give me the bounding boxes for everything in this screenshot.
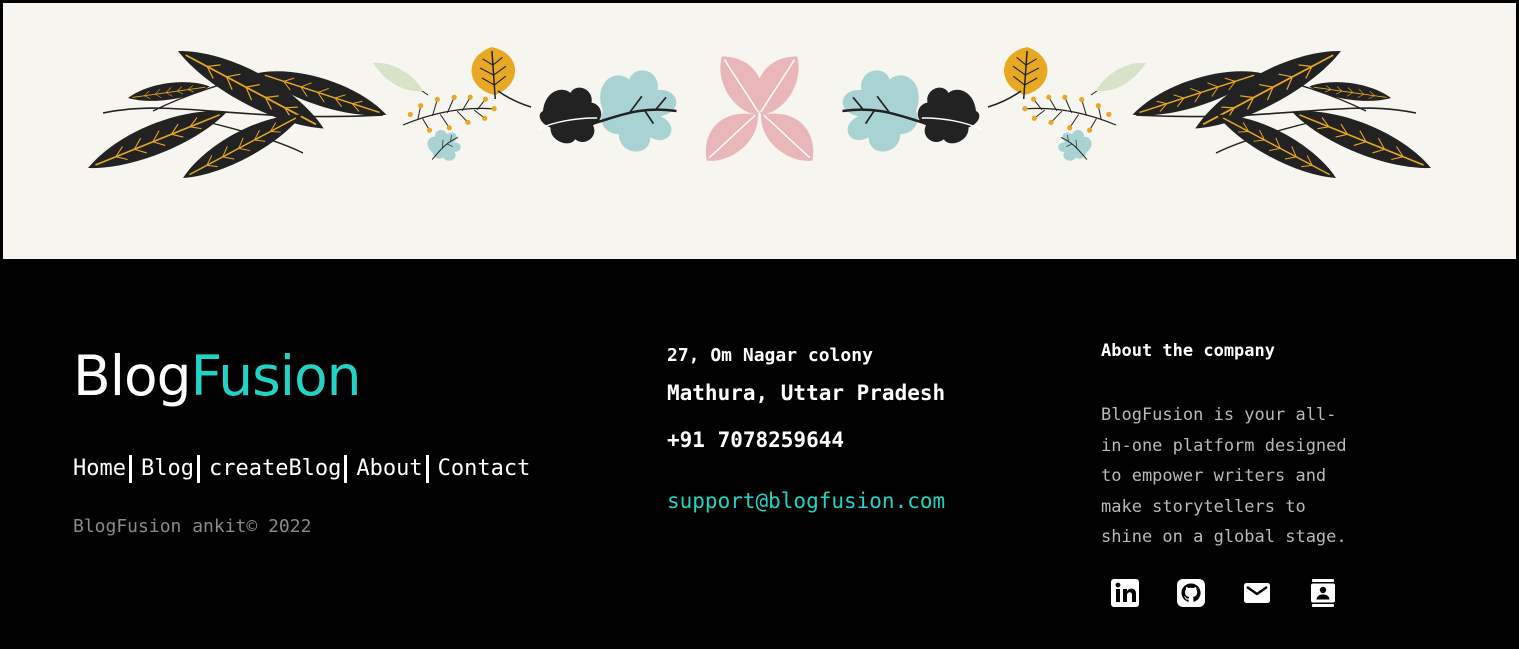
address-line-2: Mathura, Uttar Pradesh [667, 381, 946, 405]
nav-divider [344, 455, 348, 483]
nav-divider [196, 455, 200, 483]
about-section: About the company BlogFusion is your all… [1101, 339, 1401, 553]
nav-link-contact[interactable]: Contact [438, 454, 531, 484]
nav-link-blog[interactable]: Blog [141, 454, 194, 484]
phone-number: +91 7078259644 [667, 428, 845, 452]
social-links [1109, 577, 1339, 609]
copyright-text: BlogFusion ankit© 2022 [73, 516, 312, 537]
nav-divider [425, 455, 429, 483]
about-text: BlogFusion is your all- in-one platform … [1101, 405, 1347, 547]
nav-link-createblog[interactable]: createBlog [209, 454, 341, 484]
brand-name-part2: Fusion [190, 344, 362, 408]
brand-name-part1: Blog [73, 344, 192, 408]
nav-link-about[interactable]: About [356, 454, 422, 484]
contact-card-icon[interactable] [1307, 577, 1339, 609]
brand-logo[interactable]: BlogFusion [73, 341, 362, 411]
contact-info: 27, Om Nagar colony Mathura, Uttar Prade… [667, 343, 945, 515]
site-footer: BlogFusion Home Blog createBlog About Co… [0, 259, 1519, 649]
floral-illustration [3, 3, 1516, 259]
email-link[interactable]: support@blogfusion.com [667, 487, 945, 515]
github-icon[interactable] [1175, 577, 1207, 609]
linkedin-icon[interactable] [1109, 577, 1141, 609]
footer-nav: Home Blog createBlog About Contact [73, 454, 530, 484]
about-heading: About the company [1101, 341, 1275, 361]
nav-divider [128, 455, 132, 483]
nav-link-home[interactable]: Home [73, 454, 126, 484]
address-line-1: 27, Om Nagar colony [667, 345, 873, 366]
mail-icon[interactable] [1241, 577, 1273, 609]
page: BlogFusion Home Blog createBlog About Co… [0, 0, 1519, 649]
floral-banner [3, 3, 1516, 259]
